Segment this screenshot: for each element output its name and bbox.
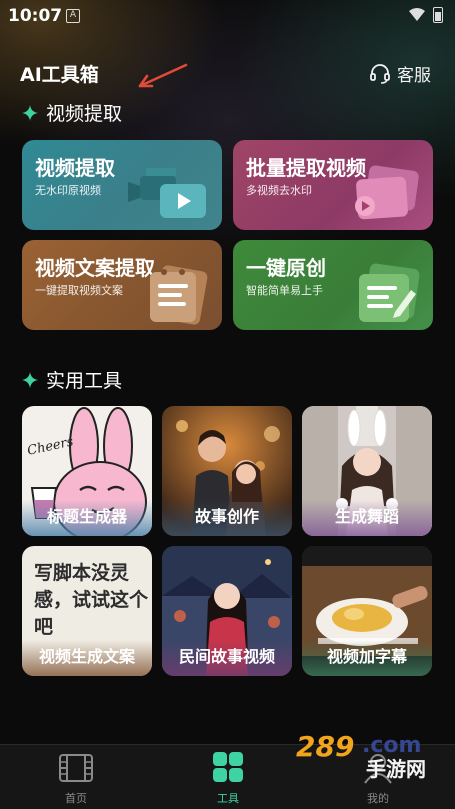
nav-label: 首页 — [65, 792, 87, 805]
status-icons — [409, 7, 443, 23]
video-camera-icon — [128, 168, 206, 218]
watermark-suffix: .com — [362, 733, 421, 758]
watermark-text: 手游网 — [366, 757, 426, 780]
page-title: AI工具箱 — [20, 64, 99, 86]
section-title-label: 实用工具 — [46, 370, 123, 392]
card-subtitle: 一键提取视频文案 — [35, 284, 123, 297]
annotation-arrow-icon — [138, 63, 188, 88]
section-title-tools: 实用工具 — [22, 366, 122, 393]
tool-tile-title-generator[interactable]: Cheers 标题生成器 — [22, 406, 152, 536]
nav-label: 工具 — [217, 792, 239, 805]
tile-label: 视频加字幕 — [326, 647, 407, 666]
card-title: 视频提取 — [35, 156, 115, 180]
section-title-label: 视频提取 — [46, 103, 123, 125]
sparkle-icon — [22, 104, 38, 121]
tile-label: 标题生成器 — [46, 507, 127, 526]
card-title: 一键原创 — [246, 256, 326, 280]
edit-document-icon — [359, 263, 420, 322]
customer-service-button[interactable]: 客服 — [369, 61, 431, 86]
battery-icon — [433, 7, 443, 23]
card-subtitle: 无水印原视频 — [35, 184, 101, 197]
status-time: 10:07 — [8, 6, 63, 26]
customer-service-label: 客服 — [397, 66, 431, 86]
tile-label: 视频生成文案 — [38, 647, 135, 666]
tool-tile-dance-generation[interactable]: 生成舞蹈 — [302, 406, 432, 536]
watermark-number: 289 — [296, 730, 354, 763]
film-icon — [59, 754, 93, 782]
notification-icon: A — [66, 9, 80, 23]
status-bar: 10:07 A — [0, 0, 455, 32]
tool-tile-folk-story[interactable]: 民间故事视频 — [162, 546, 292, 676]
card-subtitle: 智能简单易上手 — [246, 284, 323, 297]
video-stack-icon — [355, 165, 419, 220]
tool-tile-story-creation[interactable]: 故事创作 — [162, 406, 292, 536]
site-watermark-logo: 289 .com 手游网 — [296, 730, 426, 780]
tile-label: 故事创作 — [194, 507, 259, 526]
grid-icon — [213, 752, 243, 782]
nav-tab-tools[interactable]: 工具 — [168, 745, 288, 809]
section-title-extract: 视频提取 — [22, 99, 122, 126]
feature-card-batch-extract[interactable]: 批量提取视频 多视频去水印 — [233, 140, 433, 230]
sparkle-icon — [22, 371, 38, 388]
nav-tab-home[interactable]: 首页 — [16, 745, 136, 809]
nav-label: 我的 — [367, 792, 389, 805]
document-icon — [150, 265, 208, 325]
wifi-icon — [409, 8, 425, 21]
feature-card-copy-extract[interactable]: 视频文案提取 一键提取视频文案 — [22, 240, 222, 330]
headset-icon — [370, 63, 390, 84]
card-subtitle: 多视频去水印 — [246, 184, 312, 197]
feature-card-video-extract[interactable]: 视频提取 无水印原视频 — [22, 140, 222, 230]
tile-label: 民间故事视频 — [178, 647, 275, 666]
tool-tile-video-to-copy[interactable]: 写脚本没灵感，试试这个吧 视频生成文案 — [22, 546, 152, 676]
feature-card-one-click-original[interactable]: 一键原创 智能简单易上手 — [233, 240, 433, 330]
tile-label: 生成舞蹈 — [334, 507, 399, 526]
tool-tile-add-subtitles[interactable]: 视频加字幕 — [302, 546, 432, 676]
art-text: 写脚本没灵感，试试这个吧 — [34, 562, 149, 638]
